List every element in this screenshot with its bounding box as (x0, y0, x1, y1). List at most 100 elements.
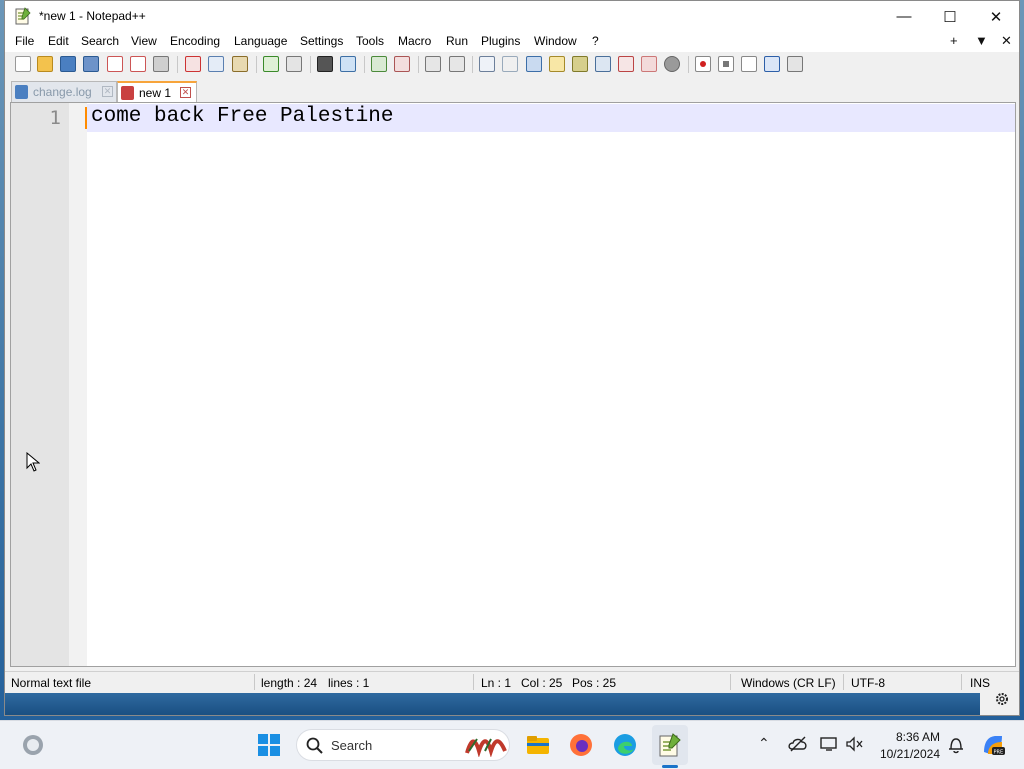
clock-time[interactable]: 8:36 AM (896, 730, 940, 744)
document-list-icon[interactable] (595, 56, 611, 72)
new-tab-icon[interactable]: + (950, 33, 958, 48)
new-file-icon[interactable] (15, 56, 31, 72)
close-all-icon[interactable] (130, 56, 146, 72)
tab-list-dropdown-icon[interactable]: ▼ (975, 33, 988, 48)
notepadpp-app-icon (15, 7, 31, 25)
toolbar-separator (310, 56, 311, 73)
run-macro-multiple-icon[interactable] (764, 56, 780, 72)
sync-vertical-icon[interactable] (425, 56, 441, 72)
status-separator (254, 674, 255, 690)
search-icon (306, 737, 323, 754)
editor-area[interactable]: 1 come back Free Palestine (10, 102, 1016, 667)
volume-muted-icon[interactable] (846, 736, 864, 752)
menu-plugins[interactable]: Plugins (481, 34, 520, 48)
search-highlight-icon (465, 738, 507, 757)
tab-change-log[interactable]: change.log ✕ (11, 81, 117, 102)
toolbar-separator (364, 56, 365, 73)
menu-edit[interactable]: Edit (48, 34, 69, 48)
document-map-icon[interactable] (572, 56, 588, 72)
status-ln: Ln : 1 (481, 676, 512, 690)
status-eol[interactable]: Windows (CR LF) (741, 676, 836, 690)
tab-bar: change.log ✕ new 1 ✕ (5, 78, 1019, 102)
menu-window[interactable]: Window (534, 34, 577, 48)
status-file-type: Normal text file (11, 676, 92, 690)
status-col: Col : 25 (521, 676, 563, 690)
unsaved-file-icon (121, 86, 134, 100)
folder-as-workspace-icon[interactable] (641, 56, 657, 72)
status-encoding[interactable]: UTF-8 (851, 676, 885, 690)
redo-icon[interactable] (286, 56, 302, 72)
menu-view[interactable]: View (131, 34, 157, 48)
record-macro-icon[interactable] (695, 56, 711, 72)
save-icon[interactable] (60, 56, 76, 72)
taskbar-search[interactable]: Search (296, 729, 510, 761)
widgets-icon[interactable] (20, 732, 46, 758)
menu-run[interactable]: Run (446, 34, 468, 48)
tray-overflow-icon[interactable]: ⌃ (758, 735, 770, 752)
function-list-icon[interactable] (618, 56, 634, 72)
menu-file[interactable]: File (15, 34, 34, 48)
editor-line-text[interactable]: come back Free Palestine (91, 105, 393, 128)
close-file-icon[interactable] (107, 56, 123, 72)
start-icon[interactable] (256, 732, 282, 758)
status-bar: Normal text file length : 24 lines : 1 L… (5, 671, 1019, 693)
indent-guide-icon[interactable] (526, 56, 542, 72)
status-insert-mode[interactable]: INS (970, 676, 990, 690)
close-document-icon[interactable]: ✕ (1001, 33, 1012, 49)
toolbar-separator (177, 56, 178, 73)
copy-icon[interactable] (208, 56, 224, 72)
close-button[interactable]: ✕ (973, 1, 1019, 32)
toolbar-separator (418, 56, 419, 73)
menu-encoding[interactable]: Encoding (170, 34, 220, 48)
notification-bell-icon[interactable] (948, 736, 964, 754)
minimize-button[interactable]: — (881, 1, 927, 32)
title-bar: *new 1 - Notepad++ — ☐ ✕ (5, 1, 1019, 32)
maximize-button[interactable]: ☐ (927, 1, 973, 32)
replace-icon[interactable] (340, 56, 356, 72)
find-icon[interactable] (317, 56, 333, 72)
user-language-icon[interactable] (549, 56, 565, 72)
settings-gear-icon[interactable] (994, 691, 1010, 707)
onedrive-icon[interactable] (788, 736, 808, 752)
status-separator (730, 674, 731, 690)
menu-settings[interactable]: Settings (300, 34, 343, 48)
tab-close-icon[interactable]: ✕ (180, 87, 191, 98)
menu-search[interactable]: Search (81, 34, 119, 48)
tab-new-1[interactable]: new 1 ✕ (117, 81, 197, 102)
zoom-in-icon[interactable] (371, 56, 387, 72)
menu-help[interactable]: ? (592, 34, 599, 48)
fold-margin[interactable] (69, 103, 87, 666)
save-all-icon[interactable] (83, 56, 99, 72)
notepadpp-taskbar-icon[interactable] (657, 732, 683, 758)
monitoring-icon[interactable] (664, 56, 680, 72)
menu-macro[interactable]: Macro (398, 34, 431, 48)
print-icon[interactable] (153, 56, 169, 72)
word-wrap-icon[interactable] (479, 56, 495, 72)
notepadpp-window: *new 1 - Notepad++ — ☐ ✕ File Edit Searc… (4, 0, 1020, 716)
menu-language[interactable]: Language (234, 34, 287, 48)
copilot-icon[interactable]: PRE (980, 732, 1006, 758)
maximize-icon: ☐ (943, 8, 957, 26)
menu-tools[interactable]: Tools (356, 34, 384, 48)
network-icon[interactable] (820, 736, 840, 752)
search-label: Search (331, 738, 373, 753)
open-file-icon[interactable] (37, 56, 53, 72)
zoom-out-icon[interactable] (394, 56, 410, 72)
toolbar-separator (688, 56, 689, 73)
undo-icon[interactable] (263, 56, 279, 72)
file-explorer-icon[interactable] (525, 732, 551, 758)
sync-horizontal-icon[interactable] (449, 56, 465, 72)
save-macro-icon[interactable] (787, 56, 803, 72)
tab-close-icon[interactable]: ✕ (102, 86, 113, 97)
playback-macro-icon[interactable] (741, 56, 757, 72)
paste-icon[interactable] (232, 56, 248, 72)
firefox-icon[interactable] (568, 732, 594, 758)
stop-recording-icon[interactable] (718, 56, 734, 72)
toolbar (5, 52, 1019, 77)
show-all-characters-icon[interactable] (502, 56, 518, 72)
status-lines: lines : 1 (328, 676, 370, 690)
cut-icon[interactable] (185, 56, 201, 72)
line-number-margin: 1 (11, 103, 69, 666)
edge-icon[interactable] (612, 732, 638, 758)
clock-date[interactable]: 10/21/2024 (880, 747, 940, 761)
